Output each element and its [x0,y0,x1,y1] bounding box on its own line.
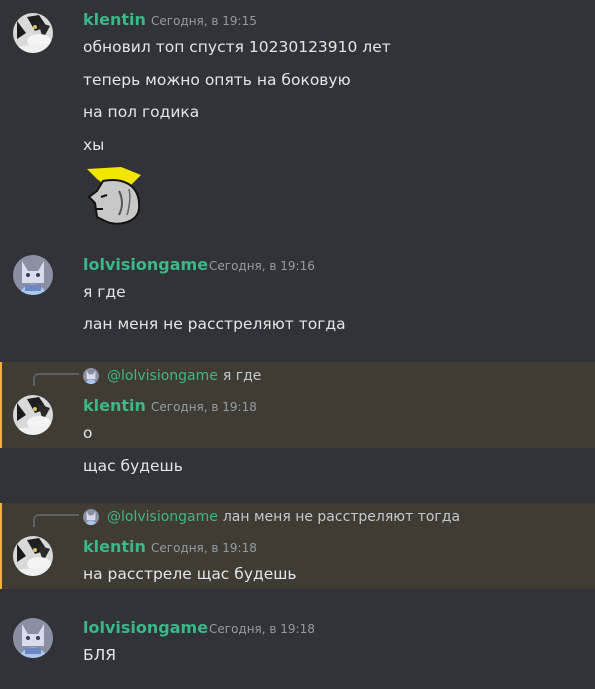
message-text: обновил топ спустя 10230123910 лет [83,38,391,56]
message-text: хы [83,136,105,154]
message-timestamp: Сегодня, в 19:18 [151,400,257,414]
reply-avatar-icon [83,509,99,525]
lolvisiongame-avatar-icon[interactable] [13,255,53,295]
mention-bar [0,503,2,589]
author-name[interactable]: klentin [83,537,146,556]
message-text: на пол годика [83,103,200,121]
message-text: щас будешь [83,457,183,475]
reply-text[interactable]: я где [223,368,262,384]
reply-text[interactable]: лан меня не расстреляют тогда [223,509,460,525]
reply-avatar-icon [83,368,99,384]
reply-spine [33,373,79,386]
klentin-avatar-icon[interactable] [13,395,53,435]
author-name[interactable]: lolvisiongame [83,618,208,637]
message-timestamp: Сегодня, в 19:18 [151,541,257,555]
klentin-avatar-icon[interactable] [13,13,53,53]
message-text: я где [83,283,126,301]
message-text: о [83,424,93,442]
message-timestamp: Сегодня, в 19:15 [151,14,257,28]
message-text: на расстреле щас будешь [83,565,297,583]
chat-log: klentin Сегодня, в 19:15 обновил топ спу… [0,0,595,689]
message-text: теперь можно опять на боковую [83,71,351,89]
author-name[interactable]: klentin [83,10,146,29]
klentin-avatar-icon[interactable] [13,536,53,576]
message-text: БЛЯ [83,646,117,664]
reply-preview[interactable]: @lolvisiongame лан меня не расстреляют т… [83,507,460,527]
message-timestamp: Сегодня, в 19:18 [209,622,315,636]
message-timestamp: Сегодня, в 19:16 [209,259,315,273]
author-name[interactable]: lolvisiongame [83,255,208,274]
reply-preview[interactable]: @lolvisiongame я где [83,366,261,386]
mention-bar [0,362,2,448]
reply-spine [33,514,79,527]
reply-username[interactable]: @lolvisiongame [107,509,218,525]
author-name[interactable]: klentin [83,396,146,415]
message-text: лан меня не расстреляют тогда [83,315,346,333]
lolvisiongame-avatar-icon[interactable] [13,618,53,658]
gigachad-emoji-icon[interactable] [83,163,147,227]
reply-username[interactable]: @lolvisiongame [107,368,218,384]
